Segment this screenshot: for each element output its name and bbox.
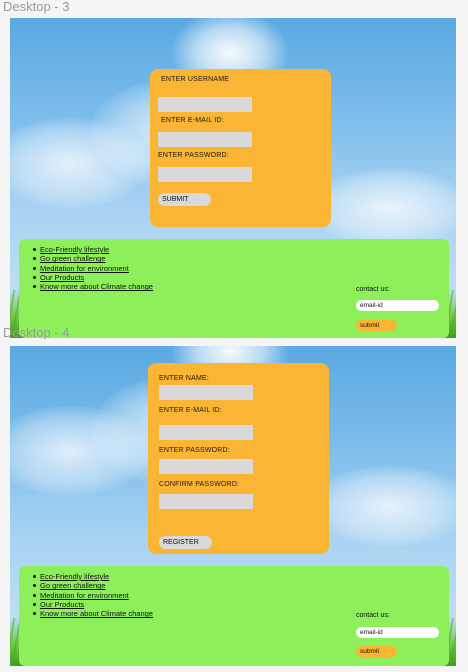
footer-link[interactable]: Go green challenge xyxy=(31,581,153,590)
register-form: ENTER NAME: ENTER E-MAIL ID: ENTER PASSW… xyxy=(148,363,329,554)
footer: Eco-Friendly lifestyle Go green challeng… xyxy=(19,566,449,666)
username-input[interactable] xyxy=(158,97,252,112)
frame-label-desktop-4: Desktop - 4 xyxy=(3,325,70,340)
password-label: ENTER PASSWORD: xyxy=(158,152,229,159)
contact-email-input[interactable]: email-id xyxy=(356,300,439,311)
footer-link[interactable]: Go green challenge xyxy=(31,254,153,263)
contact-label: contact us: xyxy=(356,286,390,293)
email-label: ENTER E-MAIL ID: xyxy=(161,117,224,124)
username-label: ENTER USERNAME xyxy=(161,76,230,83)
email-label: ENTER E-MAIL ID: xyxy=(159,407,222,414)
footer-links: Eco-Friendly lifestyle Go green challeng… xyxy=(31,572,153,618)
email-input[interactable] xyxy=(158,132,252,147)
contact-submit-button[interactable]: submit xyxy=(356,646,397,657)
footer-link[interactable]: Meditation for environment xyxy=(31,591,153,600)
footer-link[interactable]: Know more about Climate change xyxy=(31,282,153,291)
footer-link[interactable]: Meditation for environment xyxy=(31,264,153,273)
email-input[interactable] xyxy=(159,425,253,440)
submit-button[interactable]: SUBMIT xyxy=(158,193,211,206)
desktop-4-frame: ENTER NAME: ENTER E-MAIL ID: ENTER PASSW… xyxy=(10,346,456,666)
contact-email-input[interactable]: email-id xyxy=(356,627,439,638)
contact-submit-button[interactable]: submit xyxy=(356,320,397,331)
register-button[interactable]: REGISTER xyxy=(159,536,212,549)
desktop-3-frame: ENTER USERNAME ENTER E-MAIL ID: ENTER PA… xyxy=(10,18,456,338)
footer-link[interactable]: Eco-Friendly lifestyle xyxy=(31,572,153,581)
confirm-password-label: CONFIRM PASSWORD: xyxy=(159,481,240,488)
password-input[interactable] xyxy=(158,167,252,182)
footer-link[interactable]: Eco-Friendly lifestyle xyxy=(31,245,153,254)
footer: Eco-Friendly lifestyle Go green challeng… xyxy=(19,239,449,338)
name-label: ENTER NAME: xyxy=(159,375,210,382)
cloud xyxy=(310,466,456,546)
name-input[interactable] xyxy=(159,385,253,400)
password-input[interactable] xyxy=(159,459,253,474)
contact-label: contact us: xyxy=(356,612,390,619)
footer-link[interactable]: Our Products xyxy=(31,273,153,282)
frame-label-desktop-3: Desktop - 3 xyxy=(3,0,70,14)
password-label: ENTER PASSWORD: xyxy=(159,447,230,454)
footer-link[interactable]: Know more about Climate change xyxy=(31,609,153,618)
footer-links: Eco-Friendly lifestyle Go green challeng… xyxy=(31,245,153,291)
login-form: ENTER USERNAME ENTER E-MAIL ID: ENTER PA… xyxy=(150,69,331,227)
confirm-password-input[interactable] xyxy=(159,494,253,509)
footer-link[interactable]: Our Products xyxy=(31,600,153,609)
cloud xyxy=(310,168,456,248)
